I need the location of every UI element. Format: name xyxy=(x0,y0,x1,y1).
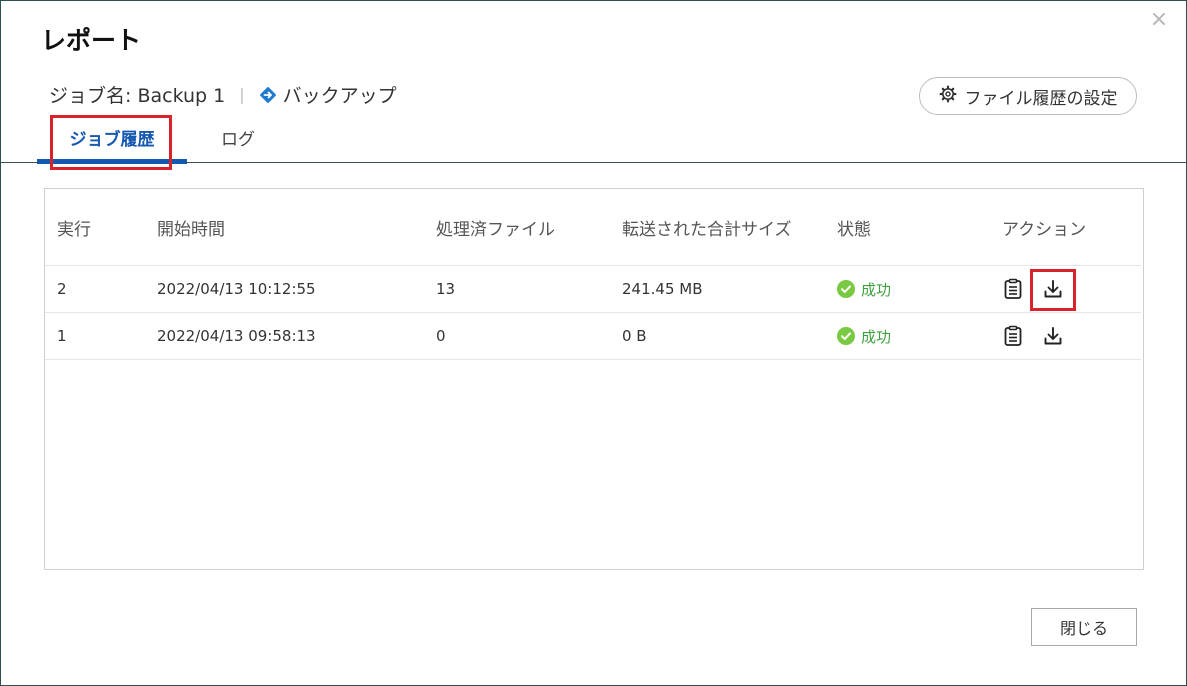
job-name: ジョブ名: Backup 1 xyxy=(49,85,226,107)
close-button[interactable]: 閉じる xyxy=(1031,608,1137,646)
cell-start-time: 2022/04/13 09:58:13 xyxy=(157,327,316,345)
close-icon[interactable]: × xyxy=(1148,9,1170,31)
status-text: 成功 xyxy=(861,327,892,346)
cell-run: 2 xyxy=(57,280,67,298)
table-row: 1 2022/04/13 09:58:13 0 0 B 成功 xyxy=(45,313,1141,360)
cell-total-size: 0 B xyxy=(622,327,647,345)
job-info: ジョブ名: Backup 1 | バックアップ xyxy=(49,81,397,108)
cell-total-size: 241.45 MB xyxy=(622,280,703,298)
settings-button-label: ファイル履歴の設定 xyxy=(964,88,1118,109)
file-history-settings-button[interactable]: ファイル履歴の設定 xyxy=(919,77,1137,115)
status-badge: 成功 xyxy=(837,326,891,347)
tab-bar: ジョブ履歴 ログ xyxy=(1,113,1187,164)
gear-icon xyxy=(939,85,957,108)
header-actions: アクション xyxy=(1002,219,1087,240)
download-icon[interactable] xyxy=(1042,325,1064,347)
cell-processed-files: 13 xyxy=(436,280,456,298)
job-history-table: 実行 開始時間 処理済ファイル 転送された合計サイズ 状態 アクション 2 20… xyxy=(44,188,1144,570)
diamond-arrow-icon xyxy=(259,86,277,104)
report-dialog: × レポート ジョブ名: Backup 1 | バックアップ ファイル履歴の設定… xyxy=(0,0,1187,686)
status-badge: 成功 xyxy=(837,279,891,300)
job-type: バックアップ xyxy=(282,85,397,107)
table-row: 2 2022/04/13 10:12:55 13 241.45 MB 成功 xyxy=(45,266,1141,313)
status-text: 成功 xyxy=(861,280,892,299)
cell-start-time: 2022/04/13 10:12:55 xyxy=(157,280,316,298)
download-icon[interactable] xyxy=(1042,278,1064,300)
dialog-title: レポート xyxy=(41,26,142,55)
row-actions xyxy=(1002,325,1064,347)
header-start-time: 開始時間 xyxy=(157,219,225,240)
check-circle-icon xyxy=(837,280,855,298)
header-status: 状態 xyxy=(837,219,871,240)
table-header: 実行 開始時間 処理済ファイル 転送された合計サイズ 状態 アクション xyxy=(45,189,1141,266)
report-document-icon[interactable] xyxy=(1002,278,1024,300)
cell-run: 1 xyxy=(57,327,67,345)
check-circle-icon xyxy=(837,327,855,345)
separator: | xyxy=(239,85,245,104)
header-processed-files: 処理済ファイル xyxy=(436,219,555,240)
report-document-icon[interactable] xyxy=(1002,325,1024,347)
tab-job-history[interactable]: ジョブ履歴 xyxy=(37,113,187,164)
header-total-size: 転送された合計サイズ xyxy=(622,219,792,240)
cell-processed-files: 0 xyxy=(436,327,446,345)
tab-log[interactable]: ログ xyxy=(201,113,275,162)
row-actions xyxy=(1002,278,1064,300)
header-run: 実行 xyxy=(57,219,91,240)
